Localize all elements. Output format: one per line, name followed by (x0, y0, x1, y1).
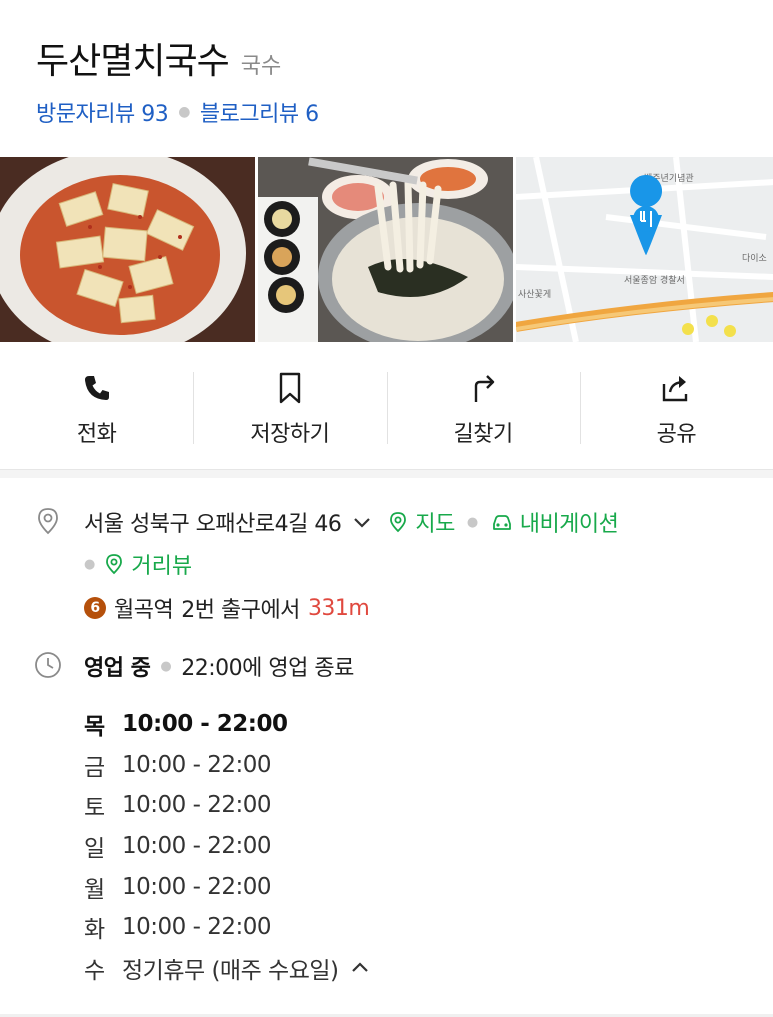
business-status: 영업 중 (84, 656, 151, 681)
separator-dot: ● (466, 514, 478, 530)
save-label: 저장하기 (250, 422, 330, 447)
hours-day: 토 (84, 795, 105, 822)
place-title: 두산멸치국수 (36, 41, 230, 82)
hours-row: 일 10:00 - 22:00 (84, 826, 371, 867)
hours-day: 수 (84, 957, 105, 984)
address-text: 서울 성북구 오패산로4길 46 (84, 512, 342, 537)
map-pin-outline-icon (390, 512, 407, 533)
hours-time: 10:00 - 22:00 (122, 792, 272, 819)
share-button[interactable]: 공유 (579, 342, 773, 469)
hours-row: 월 10:00 - 22:00 (84, 866, 371, 907)
map-label-2: 서울종암 경찰서 (624, 274, 685, 286)
photo-noodles[interactable] (258, 157, 513, 342)
clock-icon (35, 652, 61, 678)
navigation-link[interactable]: 내비게이션 (520, 506, 619, 538)
map-thumbnail[interactable]: 백주년기념관 다이소 서울종암 경찰서 사산꽃게 (516, 157, 773, 342)
bookmark-icon (279, 372, 301, 404)
share-label: 공유 (656, 422, 697, 447)
hours-time: 10:00 - 22:00 (122, 751, 272, 778)
car-icon (492, 515, 511, 530)
share-icon (663, 376, 688, 402)
hours-row: 화 10:00 - 22:00 (84, 907, 371, 948)
visitor-review-link[interactable]: 방문자리뷰 93 (36, 96, 169, 128)
hours-time: 10:00 - 22:00 (122, 873, 272, 900)
hours-day: 금 (84, 754, 105, 781)
location-pin-icon (38, 508, 58, 535)
hours-time: 10:00 - 22:00 (122, 914, 272, 941)
subway-station: 월곡역 (114, 598, 174, 623)
hours-row: 토 10:00 - 22:00 (84, 785, 371, 826)
subway-line-badge: 6 (84, 597, 106, 619)
chevron-up-icon[interactable] (349, 957, 371, 979)
phone-icon (84, 376, 109, 400)
map-link[interactable]: 지도 (415, 506, 455, 538)
closing-time: 22:00에 영업 종료 (181, 656, 354, 681)
hours-day: 월 (84, 876, 105, 903)
directions-icon (474, 375, 495, 402)
subway-distance: 331m (307, 595, 370, 621)
blog-review-link[interactable]: 블로그리뷰 6 (200, 96, 319, 128)
hours-row: 금 10:00 - 22:00 (84, 745, 371, 786)
map-label-3: 사산꽃게 (518, 289, 551, 300)
hours-row: 수 정기휴무 (매주 수요일) (84, 948, 371, 989)
street-view-link[interactable]: 거리뷰 (131, 548, 192, 580)
separator-dot: ● (178, 104, 190, 120)
directions-button[interactable]: 길찾기 (386, 342, 580, 469)
hours-day: 일 (84, 836, 105, 863)
subway-info: 6 월곡역 2번 출구에서 331m (84, 592, 370, 624)
hours-day: 화 (84, 917, 105, 944)
call-label: 전화 (76, 422, 117, 447)
map-label-1: 다이소 (742, 253, 767, 264)
photo-kkakdugi[interactable] (0, 157, 255, 342)
directions-label: 길찾기 (453, 422, 514, 447)
subway-exit: 2번 출구에서 (181, 598, 300, 623)
hours-time: 10:00 - 22:00 (122, 711, 288, 738)
section-divider (0, 470, 773, 478)
hours-time: 10:00 - 22:00 (122, 833, 272, 860)
place-category: 국수 (240, 54, 282, 79)
action-bar: 전화 저장하기 길찾기 공유 (0, 342, 773, 470)
chevron-down-icon[interactable] (351, 511, 373, 533)
hours-time: 정기휴무 (매주 수요일) (122, 957, 339, 984)
street-view-icon (106, 554, 123, 575)
hours-list: 목 10:00 - 22:00 금 10:00 - 22:00 토 10:00 … (84, 704, 371, 988)
hours-row: 목 10:00 - 22:00 (84, 704, 371, 745)
photo-strip: 백주년기념관 다이소 서울종암 경찰서 사산꽃게 (0, 157, 773, 342)
separator-dot: ● (84, 556, 96, 572)
save-button[interactable]: 저장하기 (193, 342, 386, 469)
call-button[interactable]: 전화 (0, 342, 193, 469)
place-header: 두산멸치국수 국수 방문자리뷰 93 ● 블로그리뷰 6 (36, 32, 736, 128)
hours-day: 목 (84, 714, 105, 741)
separator-dot: ● (160, 658, 172, 674)
